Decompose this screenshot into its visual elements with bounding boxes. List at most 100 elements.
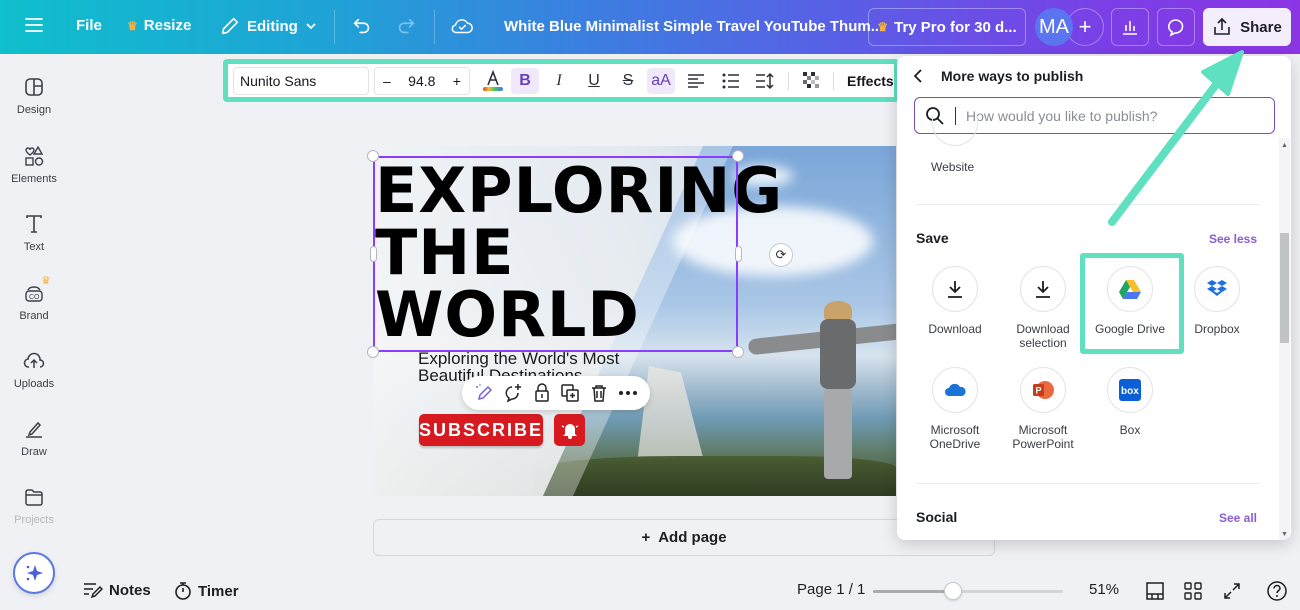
grid-icon: [1184, 582, 1202, 600]
sidebar-item-projects[interactable]: Projects: [0, 486, 68, 526]
font-size-stepper: – 94.8 +: [374, 67, 470, 95]
dropbox-option[interactable]: Dropbox: [1173, 266, 1261, 336]
notes-button[interactable]: Notes: [83, 581, 151, 599]
decrease-font-size-button[interactable]: –: [383, 73, 391, 89]
scrollbar-thumb[interactable]: [1280, 233, 1289, 343]
try-pro-button[interactable]: ♛ Try Pro for 30 d...: [868, 8, 1026, 46]
more-ways-to-publish-panel: More ways to publish Website Save See le…: [897, 56, 1291, 540]
google-drive-highlight: [1080, 253, 1184, 354]
scroll-up-icon[interactable]: ▲: [1281, 142, 1288, 149]
underline-button[interactable]: U: [580, 68, 608, 94]
download-icon: [948, 281, 962, 298]
divider: [434, 10, 435, 44]
download-option[interactable]: Download: [911, 266, 999, 336]
crown-icon: ♛: [877, 20, 889, 34]
download-selection-option[interactable]: Download selection: [999, 266, 1087, 350]
editing-mode-dropdown[interactable]: Editing: [219, 15, 318, 37]
text-icon: [26, 215, 42, 233]
see-all-link[interactable]: See all: [1219, 511, 1257, 525]
sidebar-item-brand[interactable]: ♛ CO Brand: [0, 275, 68, 322]
lock-button[interactable]: [530, 381, 554, 405]
ellipsis-icon: [618, 391, 637, 395]
cloud-check-icon: [451, 19, 473, 34]
undo-button[interactable]: [351, 15, 373, 37]
zoom-percentage[interactable]: 51%: [1089, 581, 1119, 598]
see-less-link[interactable]: See less: [1209, 232, 1257, 246]
resize-handle-top-left[interactable]: [367, 150, 379, 162]
rotate-handle[interactable]: ⟳: [769, 243, 793, 267]
increase-font-size-button[interactable]: +: [453, 73, 461, 89]
spacing-button[interactable]: [751, 68, 779, 94]
sidebar-item-uploads[interactable]: Uploads: [0, 350, 68, 390]
website-option-label[interactable]: Website: [931, 160, 974, 174]
share-button[interactable]: Share: [1203, 8, 1291, 46]
transparency-button[interactable]: [798, 68, 826, 94]
divider: [917, 204, 1259, 205]
list-button[interactable]: [717, 68, 745, 94]
font-size-input[interactable]: 94.8: [408, 73, 435, 89]
bold-button[interactable]: B: [511, 68, 539, 94]
publish-search-input[interactable]: [966, 107, 1266, 124]
social-section-title: Social: [916, 509, 958, 525]
sidebar-item-design[interactable]: Design: [0, 76, 68, 116]
resize-handle-bottom-right[interactable]: [732, 346, 744, 358]
file-menu[interactable]: File: [76, 17, 102, 34]
sidebar-item-elements[interactable]: Elements: [0, 145, 68, 185]
magic-assistant-button[interactable]: [13, 552, 55, 594]
notification-bell-graphic[interactable]: [554, 414, 585, 446]
text-color-button[interactable]: [479, 68, 507, 94]
zoom-slider-thumb[interactable]: [943, 582, 962, 600]
magic-edit-button[interactable]: [472, 381, 496, 405]
design-canvas[interactable]: EXPLORING THE WORLD Exploring the World'…: [373, 146, 896, 496]
cloud-save-status[interactable]: [450, 15, 474, 37]
delete-button[interactable]: [587, 381, 611, 405]
help-button[interactable]: [1266, 580, 1288, 602]
scroll-down-icon[interactable]: ▼: [1281, 531, 1288, 538]
resize-button[interactable]: ♛ Resize: [127, 17, 191, 34]
resize-handle-bottom-left[interactable]: [367, 346, 379, 358]
thumbnail-view-button[interactable]: [1144, 580, 1166, 602]
align-left-icon: [688, 74, 704, 88]
bar-chart-icon: [1123, 21, 1137, 35]
expand-icon: [1224, 583, 1240, 599]
comments-button[interactable]: [1157, 8, 1195, 46]
back-chevron-icon[interactable]: [913, 69, 923, 83]
duplicate-button[interactable]: [558, 381, 582, 405]
resize-handle-left[interactable]: [370, 246, 377, 262]
redo-button[interactable]: [395, 15, 417, 37]
save-section-title: Save: [916, 230, 949, 246]
line-spacing-icon: [756, 72, 774, 90]
sparkle-icon: [26, 565, 43, 581]
main-menu-button[interactable]: [24, 16, 44, 34]
more-options-button[interactable]: [616, 381, 640, 405]
letter-case-button[interactable]: aA: [647, 68, 675, 94]
effects-button[interactable]: Effects: [847, 73, 894, 89]
insights-button[interactable]: [1111, 8, 1149, 46]
italic-button[interactable]: I: [545, 68, 573, 94]
strikethrough-button[interactable]: S: [614, 68, 642, 94]
sidebar-item-text[interactable]: Text: [0, 213, 68, 253]
traveler-figure: [747, 301, 896, 486]
avatar[interactable]: MA: [1035, 8, 1073, 46]
font-family-dropdown[interactable]: Nunito Sans: [233, 67, 369, 95]
panel-scrollbar[interactable]: ▲ ▼: [1279, 138, 1290, 540]
resize-handle-top-right[interactable]: [732, 150, 744, 162]
subscribe-graphic[interactable]: SUBSCRIBE: [419, 414, 543, 446]
document-title[interactable]: White Blue Minimalist Simple Travel YouT…: [504, 18, 883, 35]
text-align-button[interactable]: [682, 68, 710, 94]
website-option-icon[interactable]: [932, 116, 978, 146]
fullscreen-button[interactable]: [1221, 580, 1243, 602]
grid-view-button[interactable]: [1182, 580, 1204, 602]
resize-handle-right[interactable]: [735, 246, 742, 262]
onedrive-option[interactable]: Microsoft OneDrive: [911, 367, 999, 451]
powerpoint-option[interactable]: P Microsoft PowerPoint: [999, 367, 1087, 451]
bell-icon: [561, 424, 578, 439]
sidebar-item-draw[interactable]: Draw: [0, 418, 68, 458]
box-option[interactable]: box Box: [1086, 367, 1174, 437]
add-comment-button[interactable]: [501, 381, 525, 405]
crown-icon: ♛: [41, 275, 51, 287]
headline-text[interactable]: EXPLORING THE WORLD: [375, 160, 783, 346]
timer-button[interactable]: Timer: [174, 581, 239, 601]
zoom-slider[interactable]: [873, 582, 1063, 600]
page-indicator[interactable]: Page 1 / 1: [797, 581, 865, 598]
